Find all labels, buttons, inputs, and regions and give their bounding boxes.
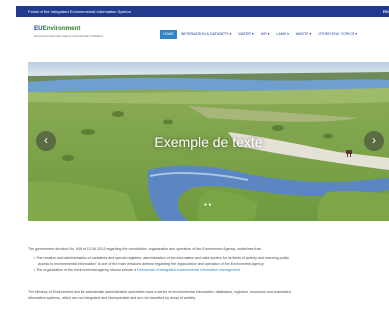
nav-other-topics[interactable]: OTHER ENV. TOPICS ▾ [315,30,360,39]
portal-topbar: Portal of the Integrated Environmental I… [16,6,389,17]
bullet-item-continued: access to environmental information" is … [38,262,264,266]
ministry-paragraph: The Ministry of Environment and its subo… [28,290,291,294]
hero-caption: Exemple de texte [154,134,263,150]
nav-air[interactable]: AIR ▾ [258,30,273,39]
nav-home[interactable]: HOME [160,30,177,39]
carousel-indicators[interactable]: ● ● [204,202,211,208]
nav-water[interactable]: WATER ▾ [235,30,256,39]
intro-paragraph: The government decision No. 549 of 13-06… [28,247,262,251]
directorate-link[interactable]: Directorate of integrated environmental … [137,268,240,272]
site-header: EUEnvironment Environment Information Ag… [16,17,389,52]
hero-carousel[interactable]: Exemple de texte ‹ › ● ● [28,62,389,221]
nav-information-datasets[interactable]: INFORMATION & DATASETS ▾ [178,30,235,39]
carousel-next-button[interactable]: › [364,131,384,151]
main-navigation: HOME INFORMATION & DATASETS ▾ WATER ▾ AI… [160,30,360,39]
logo-tagline: Environment Information Agency of the Re… [34,35,103,38]
ministry-paragraph-continued: information systems, which are not integ… [28,296,196,300]
page: Portal of the Integrated Environmental I… [16,0,389,312]
logo-title: EUEnvironment [34,25,81,32]
intro-content: The government decision No. 549 of 13-06… [28,247,389,300]
language-switch[interactable]: RO [383,6,389,17]
nav-land[interactable]: LAND ▾ [274,30,292,39]
nav-waste[interactable]: WASTE ▾ [293,30,314,39]
site-logo[interactable]: EUEnvironment Environment Information Ag… [34,25,103,43]
carousel-prev-button[interactable]: ‹ [36,131,56,151]
portal-title: Portal of the Integrated Environmental I… [28,9,131,14]
bullet-item: • The organization of the environmental … [34,268,240,272]
bullet-item: • "the creation and administration of ca… [34,256,290,260]
